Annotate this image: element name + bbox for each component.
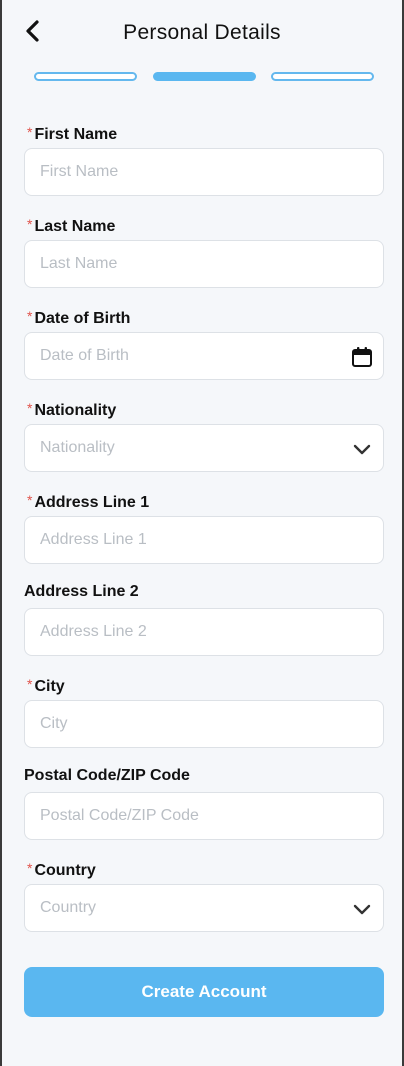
nationality-label: * Nationality [27, 400, 117, 419]
address-line-2-field: Address Line 2 [24, 582, 384, 656]
app-frame: Personal Details *First Name *Last Name … [0, 0, 404, 1066]
header: Personal Details [2, 0, 402, 64]
address-line-1-label: * Address Line 1 [27, 492, 150, 511]
address-line-1-field: * Address Line 1 [24, 490, 384, 564]
city-label: * City [27, 676, 65, 695]
postal-code-input-box [24, 792, 384, 840]
first-name-input[interactable] [25, 149, 383, 195]
date-of-birth-input[interactable] [25, 333, 383, 379]
postal-code-label: Postal Code/ZIP Code [24, 767, 190, 784]
date-of-birth-label: * Date of Birth [27, 308, 131, 327]
date-of-birth-field: * Date of Birth [24, 306, 384, 380]
required-marker: * [27, 216, 33, 232]
country-field: * Country [24, 858, 384, 932]
required-marker: * [27, 400, 33, 416]
required-marker: * [27, 676, 33, 692]
first-name-input-box [24, 148, 384, 196]
address-line-1-input[interactable] [25, 517, 383, 563]
chevron-down-icon[interactable] [350, 437, 374, 461]
last-name-label: * Last Name [27, 216, 116, 235]
nationality-select-box [24, 424, 384, 472]
city-field: * City [24, 674, 384, 748]
country-label: * Country [27, 860, 96, 879]
address-line-2-input-box [24, 608, 384, 656]
progress-step-2 [152, 72, 256, 81]
city-input-box [24, 700, 384, 748]
required-marker: * [27, 308, 33, 324]
last-name-input-box [24, 240, 384, 288]
first-name-field: * First Name [24, 122, 384, 196]
progress-step-1 [34, 72, 137, 81]
date-of-birth-input-box [24, 332, 384, 380]
required-marker: * [27, 124, 33, 140]
required-marker: * [27, 860, 33, 876]
address-line-2-label: Address Line 2 [24, 583, 139, 600]
country-select[interactable] [25, 885, 383, 931]
address-line-2-input[interactable] [25, 609, 383, 655]
first-name-label: * First Name [27, 124, 118, 143]
last-name-field: * Last Name [24, 214, 384, 288]
chevron-down-icon[interactable] [350, 897, 374, 921]
calendar-icon[interactable] [350, 345, 374, 369]
page-title: Personal Details [123, 21, 281, 44]
nationality-select[interactable] [25, 425, 383, 471]
country-select-box [24, 884, 384, 932]
step-progress [34, 72, 374, 81]
address-line-1-input-box [24, 516, 384, 564]
city-input[interactable] [25, 701, 383, 747]
nationality-field: * Nationality [24, 398, 384, 472]
postal-code-input[interactable] [25, 793, 383, 839]
progress-step-3 [271, 72, 374, 81]
postal-code-field: Postal Code/ZIP Code [24, 766, 384, 840]
last-name-input[interactable] [25, 241, 383, 287]
create-account-button[interactable]: Create Account [24, 967, 384, 1017]
required-marker: * [27, 492, 33, 508]
